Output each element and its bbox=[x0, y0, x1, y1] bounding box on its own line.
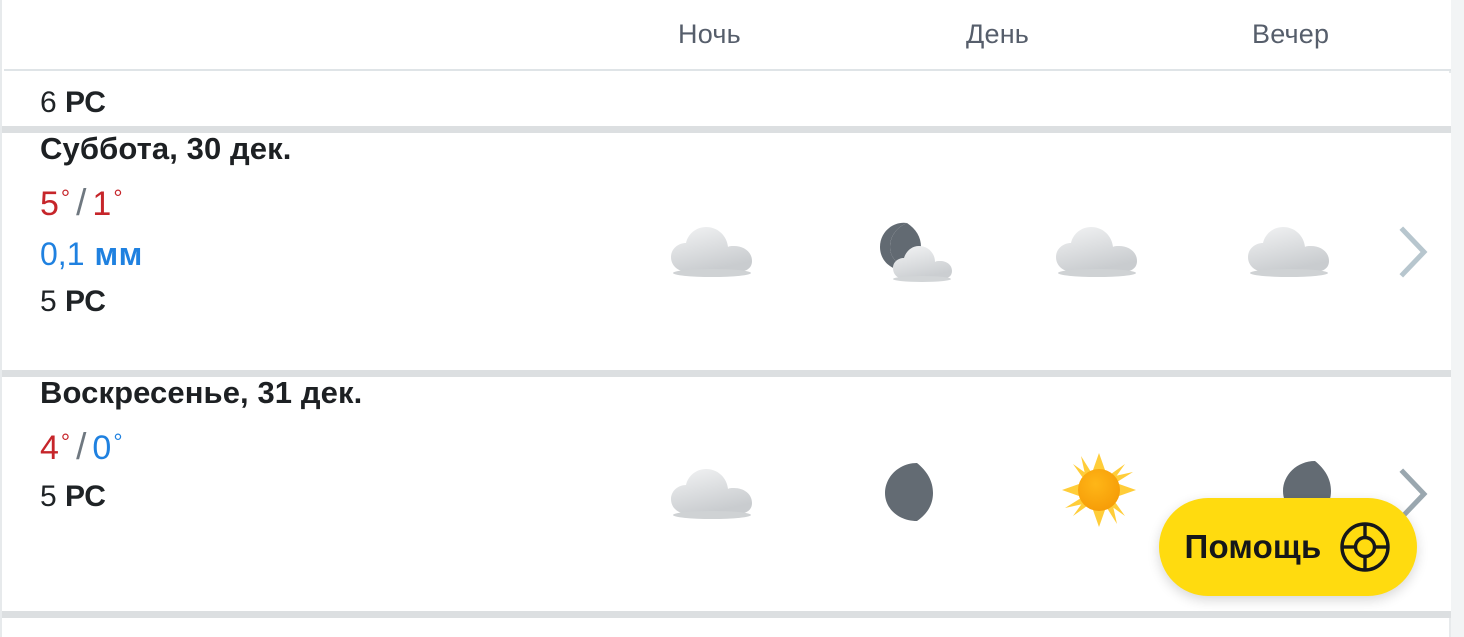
weather-icon-moon-cloud bbox=[850, 210, 970, 290]
forecast-row-partial[interactable]: 6 РС bbox=[4, 73, 1451, 126]
wind-unit: РС bbox=[65, 480, 106, 513]
cloud-icon bbox=[1248, 227, 1329, 277]
weather-icon-cloud bbox=[652, 210, 772, 290]
help-button-label: Помощь bbox=[1184, 528, 1322, 565]
moon-icon bbox=[885, 463, 933, 521]
degree-symbol-high: ° bbox=[60, 185, 71, 211]
wind-value: 5 РС bbox=[40, 482, 362, 512]
expand-saturday-chevron[interactable] bbox=[1396, 224, 1430, 280]
wind-unit: РС bbox=[65, 285, 106, 318]
forecast-header: Ночь День Вечер bbox=[4, 0, 1451, 71]
wind-unit: РС bbox=[65, 86, 106, 119]
precipitation-unit: мм bbox=[94, 236, 143, 272]
precipitation: 0,1 мм bbox=[40, 238, 291, 270]
wind-speed: 6 bbox=[40, 86, 57, 119]
cloud-icon bbox=[671, 227, 752, 277]
day-info-saturday: Суббота, 30 дек. 5°/1° 0,1 мм 5 РС bbox=[40, 133, 291, 317]
chevron-right-icon bbox=[1399, 226, 1428, 278]
temperature-range: 5°/1° bbox=[40, 184, 291, 221]
precipitation-value: 0,1 bbox=[40, 236, 85, 272]
life-ring-icon bbox=[1340, 522, 1391, 572]
day-title: Суббота, 30 дек. bbox=[40, 131, 292, 166]
temperature-separator: / bbox=[76, 426, 87, 467]
weather-icon-cloud bbox=[652, 452, 772, 532]
row-separator-3 bbox=[2, 611, 1453, 618]
wind-value-partial: 6 РС bbox=[40, 88, 106, 118]
weather-forecast-screen: Ночь День Вечер 6 РС Суббота, 30 дек. 5°… bbox=[0, 0, 1464, 637]
day-info-sunday: Воскресенье, 31 дек. 4°/0° 5 РС bbox=[40, 377, 362, 512]
help-button[interactable]: Помощь bbox=[1159, 498, 1417, 596]
weather-icon-cloud bbox=[1037, 210, 1157, 290]
right-gutter bbox=[1451, 0, 1464, 637]
weather-icon-moon bbox=[844, 452, 964, 532]
column-header-night: Ночь bbox=[678, 19, 741, 49]
sun-icon bbox=[1062, 453, 1136, 527]
temperature-separator: / bbox=[76, 182, 87, 223]
column-header-day: День bbox=[966, 19, 1030, 49]
degree-symbol-high: ° bbox=[60, 429, 71, 455]
column-header-evening: Вечер bbox=[1252, 19, 1330, 49]
cloud-icon bbox=[671, 469, 752, 519]
degree-symbol-low: ° bbox=[113, 429, 123, 455]
temperature-low: 0 bbox=[92, 429, 112, 467]
temperature-range: 4°/0° bbox=[40, 428, 362, 465]
wind-speed: 5 bbox=[40, 480, 57, 513]
temperature-low: 1 bbox=[92, 185, 112, 223]
weather-icon-cloud bbox=[1229, 210, 1349, 290]
moon-cloud-icon bbox=[880, 222, 952, 282]
temperature-high: 4 bbox=[40, 429, 59, 467]
weather-icon-sun bbox=[1039, 450, 1159, 530]
degree-symbol-low: ° bbox=[113, 185, 123, 211]
temperature-high: 5 bbox=[40, 185, 59, 223]
day-title: Воскресенье, 31 дек. bbox=[40, 375, 363, 410]
cloud-icon bbox=[1056, 227, 1137, 277]
wind-speed: 5 bbox=[40, 285, 57, 318]
wind-value: 5 РС bbox=[40, 287, 291, 317]
